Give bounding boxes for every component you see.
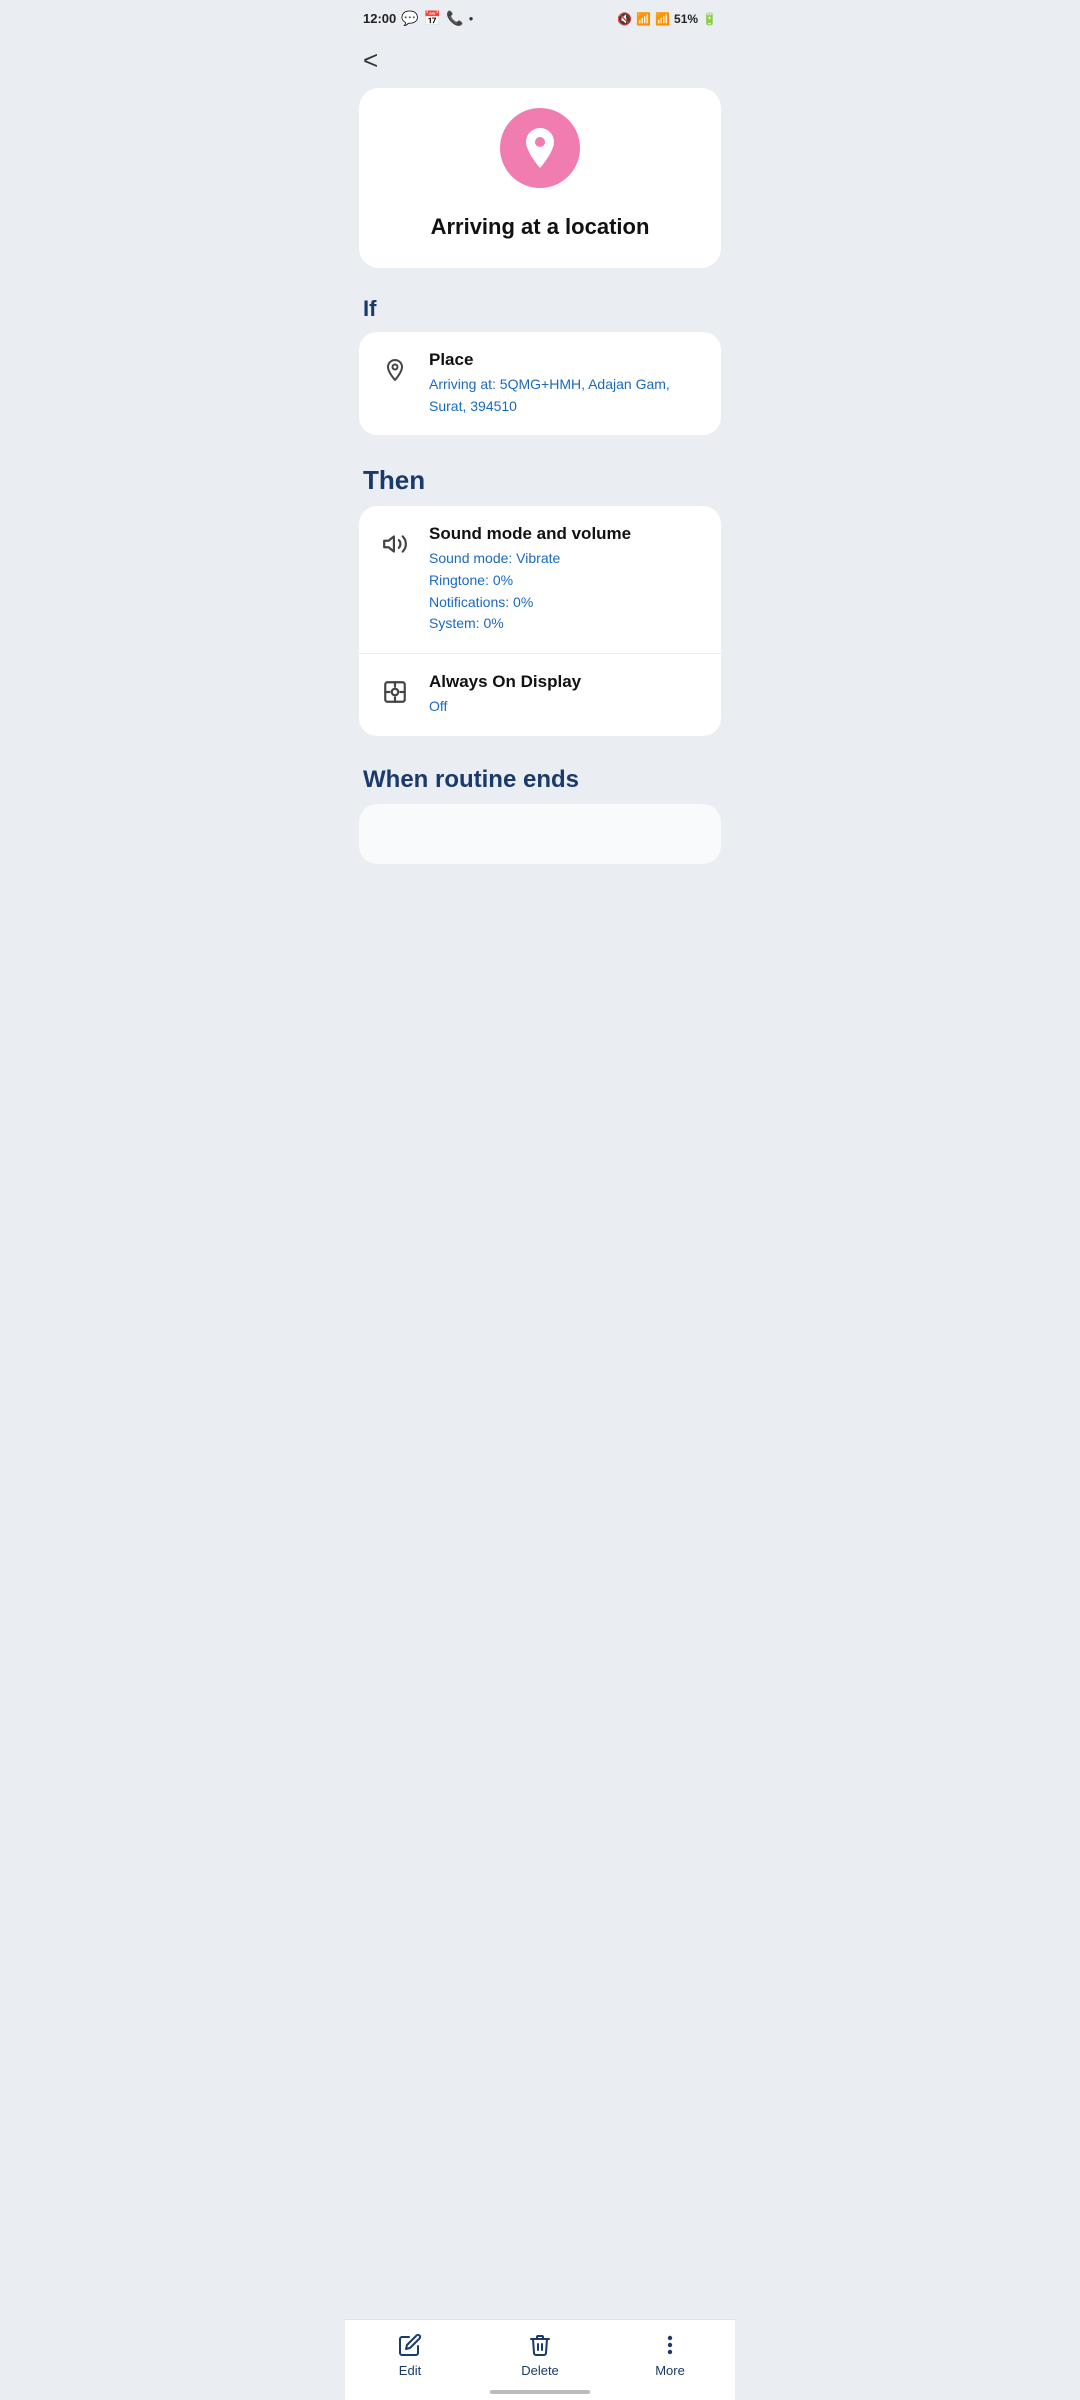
delete-button[interactable]: Delete (475, 2332, 605, 2378)
edit-button[interactable]: Edit (345, 2332, 475, 2378)
edit-icon (397, 2332, 423, 2358)
phone-icon: 📞 (446, 10, 463, 27)
aod-icon (377, 674, 413, 710)
aod-row[interactable]: Always On Display Off (359, 653, 721, 736)
home-indicator (490, 2390, 590, 2394)
wifi-icon: 📶 (636, 12, 651, 26)
back-chevron-icon: < (363, 45, 378, 75)
sound-content: Sound mode and volume Sound mode: Vibrat… (429, 524, 703, 635)
more-label: More (655, 2363, 685, 2378)
when-section: When routine ends (345, 750, 735, 884)
whatsapp-icon: 💬 (401, 10, 418, 27)
status-right: 🔇 📶 📶 51% 🔋 (617, 12, 717, 26)
sound-mode-row[interactable]: Sound mode and volume Sound mode: Vibrat… (359, 506, 721, 653)
hero-title: Arriving at a location (431, 214, 650, 240)
if-label: If (345, 286, 735, 332)
dot-indicator: ● (469, 14, 474, 23)
status-left: 12:00 💬 📅 📞 ● (363, 10, 473, 27)
delete-icon (527, 2332, 553, 2358)
if-place-card[interactable]: Place Arriving at: 5QMG+HMH, Adajan Gam,… (359, 332, 721, 435)
sound-icon (377, 526, 413, 562)
battery-text: 51% (674, 12, 698, 26)
status-time: 12:00 (363, 11, 396, 26)
mute-icon: 🔇 (617, 12, 632, 26)
more-button[interactable]: More (605, 2332, 735, 2378)
back-button[interactable]: < (345, 33, 735, 80)
aod-subtitle: Off (429, 696, 703, 718)
sound-subtitle: Sound mode: Vibrate Ringtone: 0% Notific… (429, 548, 703, 635)
hero-card: Arriving at a location (359, 88, 721, 268)
then-card: Sound mode and volume Sound mode: Vibrat… (359, 506, 721, 735)
place-subtitle: Arriving at: 5QMG+HMH, Adajan Gam, Surat… (429, 374, 703, 417)
edit-label: Edit (399, 2363, 421, 2378)
place-content: Place Arriving at: 5QMG+HMH, Adajan Gam,… (429, 350, 703, 417)
location-icon-circle (500, 108, 580, 188)
signal-icon: 📶 (655, 12, 670, 26)
then-label: Then (345, 449, 735, 506)
location-pin-icon (520, 126, 560, 170)
more-icon (657, 2332, 683, 2358)
when-label: When routine ends (345, 750, 735, 804)
status-bar: 12:00 💬 📅 📞 ● 🔇 📶 📶 51% 🔋 (345, 0, 735, 33)
battery-icon: 🔋 (702, 12, 717, 26)
when-card-placeholder (359, 804, 721, 864)
aod-content: Always On Display Off (429, 672, 703, 718)
bottom-nav: Edit Delete More (345, 2319, 735, 2400)
place-row[interactable]: Place Arriving at: 5QMG+HMH, Adajan Gam,… (359, 332, 721, 435)
place-title: Place (429, 350, 703, 370)
delete-label: Delete (521, 2363, 559, 2378)
aod-title: Always On Display (429, 672, 703, 692)
sound-title: Sound mode and volume (429, 524, 703, 544)
place-icon (377, 352, 413, 388)
calendar-icon: 📅 (424, 10, 441, 27)
